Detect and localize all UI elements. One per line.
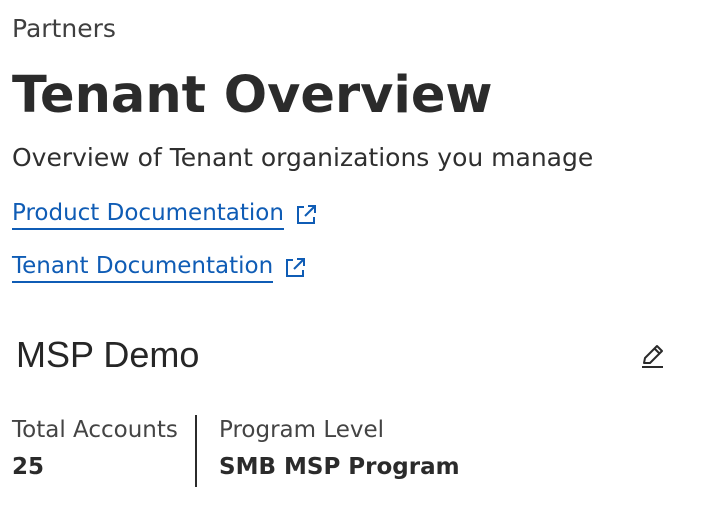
- external-link-icon[interactable]: [294, 203, 318, 227]
- stat-divider: [195, 415, 197, 487]
- page-subtitle: Overview of Tenant organizations you man…: [12, 143, 594, 172]
- program-level-label: Program Level: [219, 417, 385, 443]
- pencil-icon: [639, 345, 667, 373]
- product-documentation-link[interactable]: Product Documentation: [12, 199, 318, 230]
- page-title: Tenant Overview: [12, 66, 493, 125]
- external-link-icon[interactable]: [283, 256, 307, 280]
- tenant-documentation-link[interactable]: Tenant Documentation: [12, 252, 307, 283]
- product-documentation-label[interactable]: Product Documentation: [12, 199, 284, 230]
- total-accounts-stat: Total Accounts 25: [12, 415, 195, 487]
- program-level-value: SMB MSP Program: [219, 454, 460, 480]
- tenant-name: MSP Demo: [16, 334, 200, 375]
- total-accounts-value: 25: [12, 454, 45, 480]
- program-level-stat: Program Level SMB MSP Program: [219, 415, 460, 487]
- tenant-documentation-label[interactable]: Tenant Documentation: [12, 252, 274, 283]
- total-accounts-label: Total Accounts: [12, 417, 178, 443]
- tenant-stats: Total Accounts 25 Program Level SMB MSP …: [12, 415, 460, 487]
- breadcrumb[interactable]: Partners: [12, 14, 116, 43]
- edit-tenant-button[interactable]: [638, 342, 668, 372]
